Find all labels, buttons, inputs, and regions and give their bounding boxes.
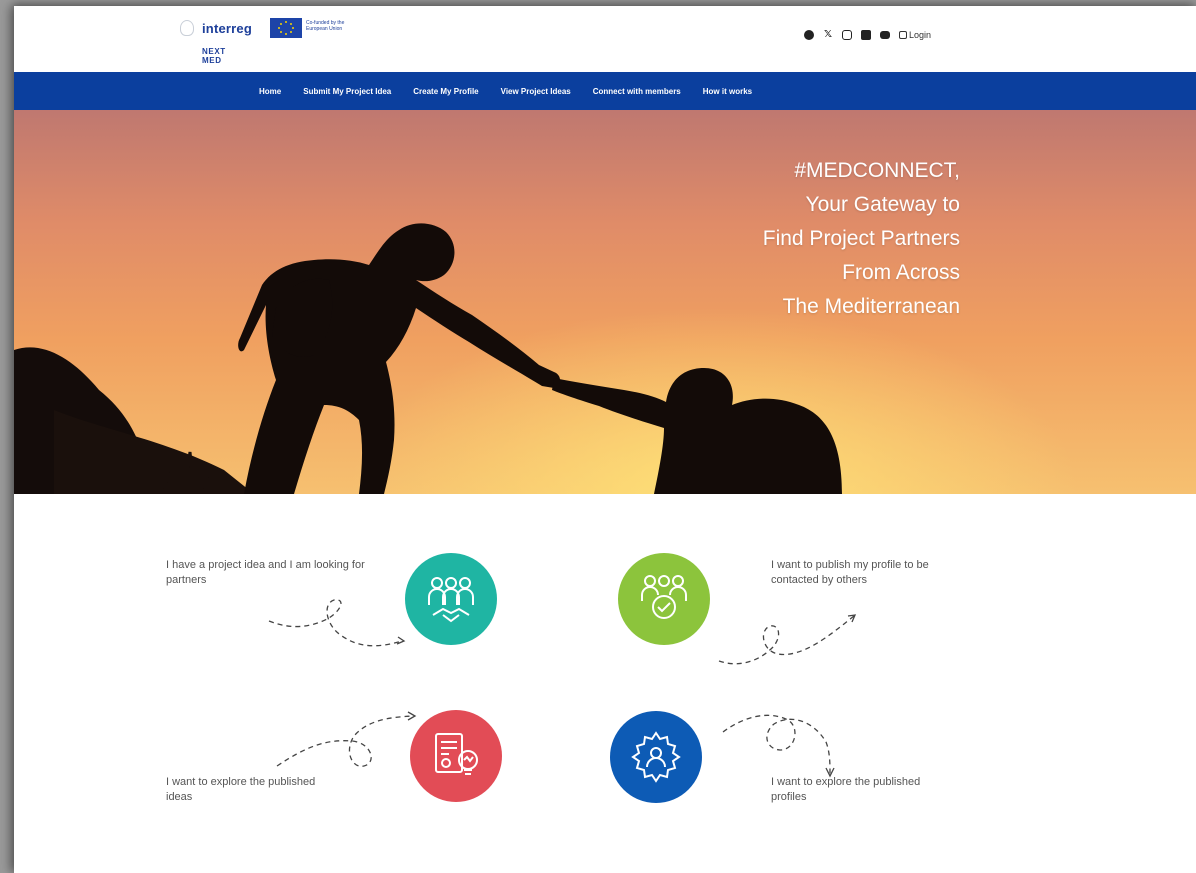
- nav-home[interactable]: Home: [259, 87, 281, 96]
- feature-project-idea-button[interactable]: [405, 553, 497, 645]
- login-label: Login: [909, 30, 932, 40]
- team-handshake-icon: [428, 577, 474, 623]
- hero-line: Your Gateway to: [805, 193, 961, 216]
- nav-create-profile[interactable]: Create My Profile: [413, 87, 478, 96]
- nav-how-it-works[interactable]: How it works: [703, 87, 752, 96]
- document-idea-icon: [435, 733, 478, 775]
- hero-line: #MEDCONNECT,: [794, 159, 960, 182]
- eu-cofunded-text: Co-funded by the European Union: [306, 20, 345, 32]
- dashed-arrow-1: [268, 599, 406, 647]
- top-header: interreg Co-funded by the European Union…: [14, 6, 1196, 72]
- linkedin-icon[interactable]: [861, 30, 871, 40]
- hero-line: The Mediterranean: [782, 295, 960, 318]
- feature-text-project-idea: I have a project idea and I am looking f…: [166, 559, 365, 586]
- feature-text-publish-profile: I want to publish my profile to be conta…: [771, 559, 929, 586]
- dashed-arrow-2: [718, 614, 857, 665]
- logo-brand: interreg: [202, 21, 253, 36]
- logo-mark-icon: [180, 20, 194, 36]
- hero-silhouette-image: [14, 223, 842, 494]
- instagram-icon[interactable]: [842, 30, 852, 40]
- feature-explore-profiles-button[interactable]: [610, 711, 702, 803]
- nav-connect-members[interactable]: Connect with members: [593, 87, 681, 96]
- login-link[interactable]: Login: [899, 30, 931, 40]
- hero-line: From Across: [842, 261, 960, 284]
- feature-text-explore-profiles: I want to explore the published profiles: [771, 776, 921, 803]
- login-icon: [899, 31, 907, 39]
- nav-submit-project-idea[interactable]: Submit My Project Idea: [303, 87, 391, 96]
- dashed-arrow-4: [722, 714, 835, 778]
- feature-text-explore-ideas: I want to explore the published ideas: [166, 776, 316, 803]
- gear-person-icon: [631, 731, 681, 783]
- page: interreg Co-funded by the European Union…: [14, 6, 1196, 873]
- feature-publish-profile-button[interactable]: [618, 553, 710, 645]
- feature-explore-ideas-button[interactable]: [410, 710, 502, 802]
- hero-banner: #MEDCONNECT, Your Gateway to Find Projec…: [14, 110, 1196, 494]
- hero-headline: #MEDCONNECT, Your Gateway to Find Projec…: [763, 154, 960, 324]
- main-nav: Home Submit My Project Idea Create My Pr…: [14, 72, 1196, 110]
- facebook-icon[interactable]: [804, 30, 814, 40]
- nav-view-project-ideas[interactable]: View Project Ideas: [501, 87, 571, 96]
- eu-flag-icon: [270, 18, 302, 38]
- youtube-icon[interactable]: [880, 31, 890, 39]
- team-check-icon: [641, 575, 687, 619]
- social-links: 𝕏 Login: [804, 30, 931, 40]
- logo-program: NEXT MED: [202, 47, 226, 65]
- hero-line: Find Project Partners: [762, 227, 960, 250]
- dashed-arrow-3: [276, 711, 417, 767]
- x-icon[interactable]: 𝕏: [823, 30, 833, 40]
